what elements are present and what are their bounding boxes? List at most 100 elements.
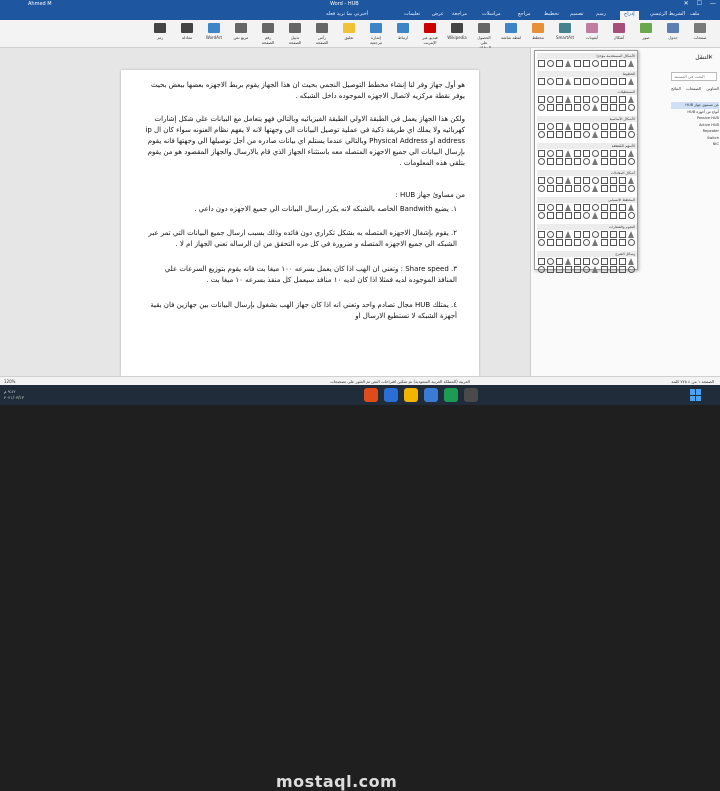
edge-icon[interactable] bbox=[424, 388, 438, 402]
shape-option[interactable] bbox=[619, 60, 626, 67]
shape-option[interactable] bbox=[538, 177, 545, 184]
shape-option[interactable] bbox=[583, 150, 590, 157]
shape-option[interactable] bbox=[583, 258, 590, 265]
tab-insert[interactable]: إدراج bbox=[620, 11, 639, 20]
shape-option[interactable] bbox=[610, 185, 617, 192]
shape-option[interactable] bbox=[556, 185, 563, 192]
shape-option[interactable] bbox=[610, 231, 617, 238]
settings-icon[interactable] bbox=[464, 388, 478, 402]
shape-option[interactable] bbox=[583, 131, 590, 138]
shape-option[interactable] bbox=[628, 123, 634, 130]
shape-option[interactable] bbox=[592, 150, 599, 157]
paragraph-2[interactable]: ولكن هذا الجهاز يعمل في الطبقة الاولي ال… bbox=[143, 114, 465, 169]
shape-option[interactable] bbox=[601, 204, 608, 211]
ribbon-button[interactable]: صفحات bbox=[690, 22, 710, 46]
shape-option[interactable] bbox=[547, 239, 554, 246]
ribbon-button[interactable]: رأس الصفحة bbox=[312, 22, 332, 46]
ribbon-button[interactable]: رقم الصفحة bbox=[258, 22, 278, 46]
shape-option[interactable] bbox=[556, 104, 563, 111]
tab-file[interactable]: ملف bbox=[690, 11, 700, 17]
shape-option[interactable] bbox=[610, 131, 617, 138]
shape-option[interactable] bbox=[556, 212, 563, 219]
shape-option[interactable] bbox=[538, 258, 545, 265]
shape-option[interactable] bbox=[538, 78, 545, 85]
ribbon-button[interactable]: الحصول على الوظائف الإضافية bbox=[474, 22, 494, 55]
shape-option[interactable] bbox=[601, 104, 608, 111]
shape-option[interactable] bbox=[565, 78, 571, 85]
tab-home[interactable]: الشريط الرئيسي bbox=[650, 11, 685, 17]
shape-option[interactable] bbox=[547, 60, 554, 67]
ribbon-button[interactable]: SmartArt bbox=[555, 22, 575, 46]
shape-option[interactable] bbox=[574, 185, 581, 192]
shape-option[interactable] bbox=[538, 60, 545, 67]
shape-option[interactable] bbox=[565, 158, 572, 165]
shape-option[interactable] bbox=[583, 104, 590, 111]
shape-option[interactable] bbox=[628, 212, 635, 219]
shape-option[interactable] bbox=[592, 60, 599, 67]
shape-option[interactable] bbox=[547, 104, 554, 111]
shape-option[interactable] bbox=[601, 123, 608, 130]
shape-option[interactable] bbox=[574, 158, 581, 165]
shape-option[interactable] bbox=[565, 185, 572, 192]
shape-option[interactable] bbox=[565, 177, 571, 184]
shape-option[interactable] bbox=[583, 123, 590, 130]
shape-option[interactable] bbox=[592, 158, 598, 165]
shape-option[interactable] bbox=[619, 239, 626, 246]
shape-option[interactable] bbox=[610, 78, 617, 85]
shape-option[interactable] bbox=[565, 239, 572, 246]
shape-option[interactable] bbox=[538, 266, 545, 273]
shape-option[interactable] bbox=[538, 231, 545, 238]
shape-option[interactable] bbox=[592, 212, 598, 219]
shape-option[interactable] bbox=[619, 212, 626, 219]
shape-option[interactable] bbox=[619, 123, 626, 130]
shape-option[interactable] bbox=[547, 78, 554, 85]
shape-option[interactable] bbox=[601, 150, 608, 157]
shape-option[interactable] bbox=[619, 185, 626, 192]
shape-option[interactable] bbox=[538, 239, 545, 246]
document-area[interactable]: هو أول جهاز وفر لنا إنشاء مخطط التوصيل ا… bbox=[0, 48, 530, 376]
shape-option[interactable] bbox=[610, 96, 617, 103]
tab-mailings[interactable]: مراسلات bbox=[482, 11, 501, 17]
shape-option[interactable] bbox=[538, 96, 545, 103]
shape-option[interactable] bbox=[538, 131, 545, 138]
shape-option[interactable] bbox=[583, 231, 590, 238]
account-name[interactable]: Ahmed M bbox=[28, 1, 52, 7]
shape-option[interactable] bbox=[538, 104, 545, 111]
shape-option[interactable] bbox=[574, 78, 581, 85]
shape-option[interactable] bbox=[538, 158, 545, 165]
shape-option[interactable] bbox=[592, 177, 599, 184]
shape-option[interactable] bbox=[610, 60, 617, 67]
zoom-level[interactable]: 120% bbox=[4, 379, 15, 384]
shape-option[interactable] bbox=[592, 104, 598, 111]
shape-option[interactable] bbox=[601, 60, 608, 67]
shape-option[interactable] bbox=[583, 239, 590, 246]
shape-option[interactable] bbox=[556, 131, 563, 138]
tab-draw[interactable]: رسم bbox=[596, 11, 606, 17]
shape-option[interactable] bbox=[628, 185, 635, 192]
ribbon-button[interactable]: فيديو عبر الإنترنت bbox=[420, 22, 440, 46]
shape-option[interactable] bbox=[619, 131, 626, 138]
shape-option[interactable] bbox=[547, 123, 554, 130]
shape-option[interactable] bbox=[556, 266, 563, 273]
tab-help[interactable]: تعليمات bbox=[404, 11, 420, 17]
shape-option[interactable] bbox=[619, 96, 626, 103]
shape-option[interactable] bbox=[583, 212, 590, 219]
shape-option[interactable] bbox=[628, 258, 634, 265]
heading-item[interactable]: NIC bbox=[671, 141, 719, 148]
file-explorer-icon[interactable] bbox=[404, 388, 418, 402]
powerpoint-icon[interactable] bbox=[364, 388, 378, 402]
minimize-icon[interactable]: — bbox=[710, 0, 716, 7]
shape-option[interactable] bbox=[574, 231, 581, 238]
list-item-1[interactable]: ١. يضيع Bandwith الخاصه بالشبكه لانه يكر… bbox=[145, 204, 457, 215]
shape-option[interactable] bbox=[574, 123, 581, 130]
shape-option[interactable] bbox=[574, 131, 581, 138]
shape-option[interactable] bbox=[538, 204, 545, 211]
shape-option[interactable] bbox=[547, 131, 554, 138]
shape-option[interactable] bbox=[628, 150, 634, 157]
shape-option[interactable] bbox=[583, 177, 590, 184]
shape-option[interactable] bbox=[601, 185, 608, 192]
shape-option[interactable] bbox=[592, 239, 598, 246]
taskbar-clock[interactable]: ٩:٤٢ م ٢٠٢١/٠٣/١٣ bbox=[4, 389, 24, 401]
shape-option[interactable] bbox=[619, 204, 626, 211]
shape-option[interactable] bbox=[619, 177, 626, 184]
